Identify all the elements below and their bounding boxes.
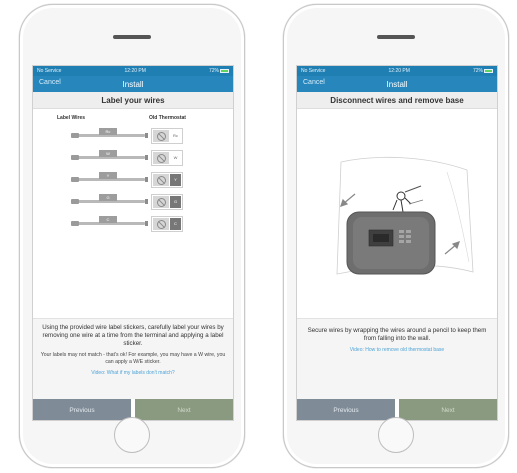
- no-connection-icon: [156, 175, 166, 185]
- terminal-box: W: [151, 150, 183, 166]
- earpiece-speaker: [377, 35, 415, 39]
- terminal-label: C: [170, 218, 181, 230]
- video-link[interactable]: Video: What if my labels don't match?: [39, 370, 227, 376]
- wire-label-sticker: Rc: [99, 128, 117, 135]
- no-connection-icon: [156, 131, 166, 141]
- wire-row: WW: [33, 150, 233, 166]
- terminal-box: Y: [151, 172, 183, 188]
- instruction-text: Using the provided wire label stickers, …: [42, 324, 224, 347]
- nav-title: Install: [386, 79, 408, 89]
- no-connection-icon: [156, 153, 166, 163]
- next-button[interactable]: Next: [135, 399, 233, 420]
- page-title: Label your wires: [33, 92, 233, 109]
- terminal-box: Rc: [151, 128, 183, 144]
- clock-text: 12:20 PM: [388, 68, 410, 74]
- screen-label-wires: No Service 12:20 PM 72% Cancel Install L…: [32, 65, 234, 421]
- nav-title: Install: [122, 79, 144, 89]
- instruction-text: Secure wires by wrapping the wires aroun…: [307, 327, 487, 342]
- previous-button[interactable]: Previous: [33, 399, 131, 420]
- thermostat-base-illustration: [336, 156, 474, 275]
- terminal-box: G: [151, 194, 183, 210]
- arrow-down-right-icon: [444, 241, 460, 255]
- nav-bar: Cancel Install: [297, 76, 497, 92]
- battery-percent: 72%: [472, 68, 483, 74]
- terminal-slot: [153, 152, 169, 164]
- page-title: Disconnect wires and remove base: [297, 92, 497, 109]
- battery-indicator: 72%: [473, 68, 493, 74]
- instruction-panel: Secure wires by wrapping the wires aroun…: [297, 318, 497, 399]
- illustration-area: [297, 110, 497, 318]
- battery-indicator: 72%: [209, 68, 229, 74]
- phone-frame-left: No Service 12:20 PM 72% Cancel Install L…: [19, 4, 245, 468]
- no-connection-icon: [156, 197, 166, 207]
- wire-row: YY: [33, 172, 233, 188]
- no-connection-icon: [156, 219, 166, 229]
- wire-label-diagram: Label Wires Old Thermostat Rc Rc W W Y Y G G C C: [33, 110, 233, 318]
- phone-frame-right: No Service 12:20 PM 72% Cancel Install D…: [283, 4, 509, 468]
- status-bar: No Service 12:20 PM 72%: [297, 66, 497, 76]
- battery-icon: [220, 68, 229, 73]
- terminal-label: G: [170, 196, 181, 208]
- wire-row: GG: [33, 194, 233, 210]
- terminal-label: Rc: [173, 133, 178, 138]
- terminal-slot: [153, 130, 169, 142]
- battery-percent: 72%: [208, 68, 219, 74]
- clock-text: 12:20 PM: [124, 68, 146, 74]
- terminal-slot: [153, 196, 169, 208]
- cancel-button[interactable]: Cancel: [303, 79, 325, 86]
- wire-row: CC: [33, 216, 233, 232]
- label-wires-heading: Label Wires: [57, 115, 86, 121]
- next-button[interactable]: Next: [399, 399, 497, 420]
- previous-button[interactable]: Previous: [297, 399, 395, 420]
- instruction-note: Your labels may not match - that's ok! F…: [40, 352, 226, 365]
- wire-label-sticker: C: [99, 216, 117, 223]
- earpiece-speaker: [113, 35, 151, 39]
- instruction-panel: Using the provided wire label stickers, …: [33, 318, 233, 399]
- terminal-slot: [153, 174, 169, 186]
- terminal-box: C: [151, 216, 183, 232]
- cancel-button[interactable]: Cancel: [39, 79, 61, 86]
- wire-label-sticker: Y: [99, 172, 117, 179]
- home-button[interactable]: [378, 417, 414, 453]
- home-button[interactable]: [114, 417, 150, 453]
- terminal-label: W: [173, 155, 178, 160]
- old-thermostat-heading: Old Thermostat: [149, 115, 186, 121]
- video-link[interactable]: Video: How to remove old thermostat base: [303, 347, 491, 353]
- screen-remove-base: No Service 12:20 PM 72% Cancel Install D…: [296, 65, 498, 421]
- terminal-label: Y: [170, 174, 181, 186]
- terminal-slot: [153, 218, 169, 230]
- wire-label-sticker: G: [99, 194, 117, 201]
- carrier-text: No Service: [37, 68, 62, 74]
- status-bar: No Service 12:20 PM 72%: [33, 66, 233, 76]
- wire-label-sticker: W: [99, 150, 117, 157]
- carrier-text: No Service: [301, 68, 326, 74]
- hand-pencil-icon: [392, 185, 424, 213]
- arrow-up-left-icon: [340, 193, 356, 207]
- wire-row: Rc Rc: [33, 128, 233, 144]
- nav-bar: Cancel Install: [33, 76, 233, 92]
- battery-icon: [484, 68, 493, 73]
